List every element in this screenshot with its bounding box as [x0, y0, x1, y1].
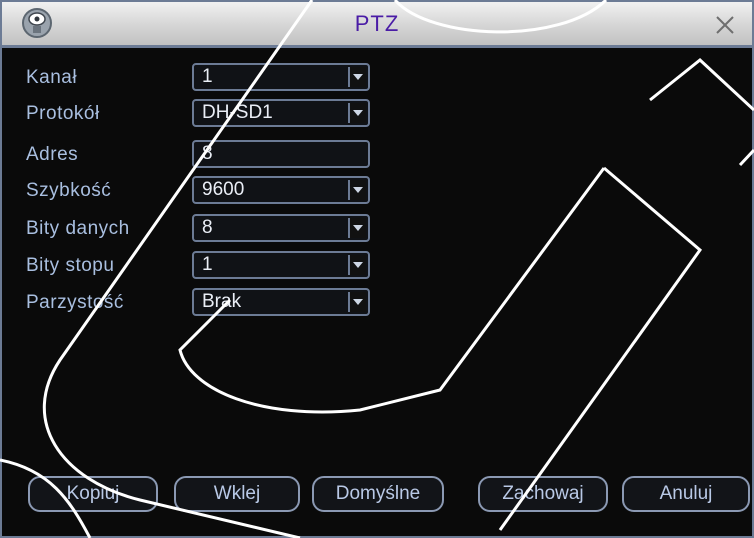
parity-value: Brak: [202, 291, 242, 312]
window-title: PTZ: [354, 11, 400, 36]
chevron-down-icon[interactable]: [348, 103, 366, 123]
chevron-down-icon[interactable]: [348, 255, 366, 275]
databits-value: 8: [202, 217, 213, 238]
protocol-label: Protokół: [26, 103, 100, 124]
defaults-button[interactable]: Domyślne: [312, 476, 444, 512]
address-row: Adres 8: [2, 140, 752, 170]
copy-button[interactable]: Kopiuj: [28, 476, 158, 512]
channel-row: Kanał 1: [2, 63, 752, 93]
stopbits-label: Bity stopu: [26, 255, 115, 276]
cancel-button[interactable]: Anuluj: [622, 476, 750, 512]
chevron-down-icon[interactable]: [348, 292, 366, 312]
databits-select[interactable]: 8: [192, 214, 370, 242]
baudrate-value: 9600: [202, 179, 245, 200]
stopbits-row: Bity stopu 1: [2, 251, 752, 281]
stopbits-value: 1: [202, 254, 213, 275]
parity-row: Parzystość Brak: [2, 288, 752, 318]
protocol-value: DH-SD1: [202, 102, 273, 123]
address-label: Adres: [26, 144, 79, 165]
close-icon[interactable]: [710, 10, 740, 40]
address-input[interactable]: 8: [192, 140, 370, 168]
parity-label: Parzystość: [26, 292, 124, 313]
databits-row: Bity danych 8: [2, 214, 752, 244]
databits-label: Bity danych: [26, 218, 130, 239]
title-bar: PTZ: [2, 2, 752, 48]
channel-value: 1: [202, 66, 213, 87]
stopbits-select[interactable]: 1: [192, 251, 370, 279]
channel-label: Kanał: [26, 67, 78, 88]
chevron-down-icon[interactable]: [348, 180, 366, 200]
parity-select[interactable]: Brak: [192, 288, 370, 316]
address-value: 8: [202, 143, 213, 164]
ptz-window: PTZ Kanał 1 Protokół DH-SD1 Adres 8 Szyb…: [0, 0, 754, 538]
channel-select[interactable]: 1: [192, 63, 370, 91]
paste-button[interactable]: Wklej: [174, 476, 300, 512]
chevron-down-icon[interactable]: [348, 67, 366, 87]
baudrate-row: Szybkość 9600: [2, 176, 752, 206]
save-button[interactable]: Zachowaj: [478, 476, 608, 512]
protocol-select[interactable]: DH-SD1: [192, 99, 370, 127]
baudrate-label: Szybkość: [26, 180, 112, 201]
protocol-row: Protokół DH-SD1: [2, 99, 752, 129]
chevron-down-icon[interactable]: [348, 218, 366, 238]
baudrate-select[interactable]: 9600: [192, 176, 370, 204]
